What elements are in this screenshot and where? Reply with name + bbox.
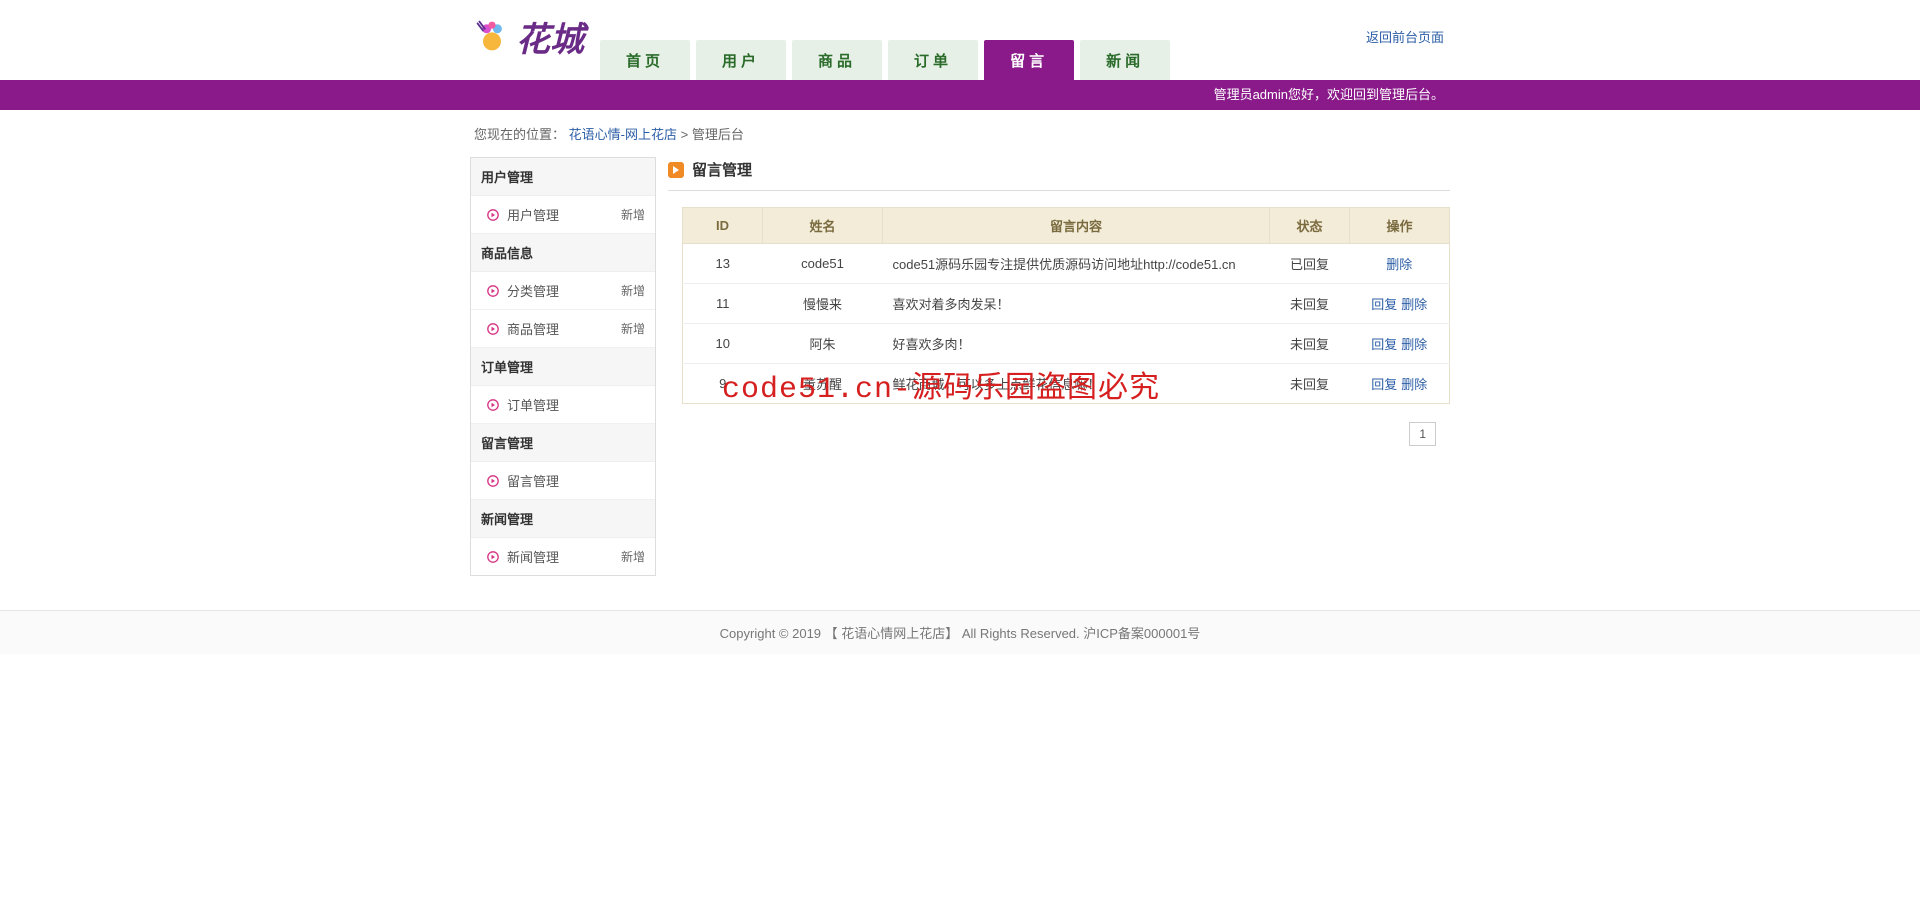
breadcrumb-sep: > <box>681 127 692 142</box>
pagination: 1 <box>668 422 1436 446</box>
cell-status: 已回复 <box>1270 244 1350 284</box>
cell-ops: 回复删除 <box>1350 324 1450 364</box>
th-id: ID <box>683 208 763 244</box>
sidebar-item: 商品管理 新增 <box>471 310 655 348</box>
nav-item[interactable]: 新闻 <box>1080 40 1170 80</box>
sidebar-add-link[interactable]: 新增 <box>621 206 645 223</box>
bullet-arrow-icon <box>487 323 499 335</box>
welcome-bar: 管理员admin您好，欢迎回到管理后台。 <box>0 80 1920 110</box>
bullet-arrow-icon <box>487 475 499 487</box>
cell-ops: 回复删除 <box>1350 284 1450 324</box>
nav-item[interactable]: 订单 <box>888 40 978 80</box>
site-logo: 花城 <box>470 12 584 61</box>
th-name: 姓名 <box>763 208 883 244</box>
cell-id: 13 <box>683 244 763 284</box>
welcome-text: 管理员admin您好，欢迎回到管理后台。 <box>470 80 1450 110</box>
table-row: 11慢慢来喜欢对着多肉发呆！未回复回复删除 <box>683 284 1450 324</box>
nav-item[interactable]: 用户 <box>696 40 786 80</box>
sidebar-item-link[interactable]: 商品管理 <box>507 319 559 338</box>
cell-content: 好喜欢多肉！ <box>883 324 1270 364</box>
bullet-arrow-icon <box>487 209 499 221</box>
table-row: 13code51code51源码乐园专注提供优质源码访问地址http://cod… <box>683 244 1450 284</box>
delete-link[interactable]: 删除 <box>1401 297 1427 312</box>
sidebar-item: 新闻管理 新增 <box>471 538 655 575</box>
main-panel: 留言管理 ID 姓名 留言内容 状态 操作 13code51code51源码乐园… <box>668 157 1450 446</box>
sidebar-item-link[interactable]: 留言管理 <box>507 471 559 490</box>
sidebar-item: 分类管理 新增 <box>471 272 655 310</box>
reply-link[interactable]: 回复 <box>1371 377 1397 392</box>
sidebar-item-link[interactable]: 订单管理 <box>507 395 559 414</box>
table-row: 10阿朱好喜欢多肉！未回复回复删除 <box>683 324 1450 364</box>
logo-text: 花城 <box>516 12 584 61</box>
cell-name: 慢慢来 <box>763 284 883 324</box>
cell-status: 未回复 <box>1270 284 1350 324</box>
sidebar-add-link[interactable]: 新增 <box>621 548 645 565</box>
reply-link[interactable]: 回复 <box>1371 297 1397 312</box>
sidebar-group-title: 商品信息 <box>471 234 655 272</box>
cell-id: 11 <box>683 284 763 324</box>
th-content: 留言内容 <box>883 208 1270 244</box>
sidebar-group-title: 新闻管理 <box>471 500 655 538</box>
bullet-arrow-icon <box>487 285 499 297</box>
cell-id: 9 <box>683 364 763 404</box>
nav-item[interactable]: 商品 <box>792 40 882 80</box>
cell-ops: 回复删除 <box>1350 364 1450 404</box>
table-row: 9董苏醒鲜花商城，可以多上点鲜花信息嘛！未回复回复删除 <box>683 364 1450 404</box>
messages-table: ID 姓名 留言内容 状态 操作 13code51code51源码乐园专注提供优… <box>682 207 1450 404</box>
breadcrumb: 您现在的位置： 花语心情-网上花店 > 管理后台 <box>470 110 1450 157</box>
panel-title: 留言管理 <box>692 159 752 180</box>
breadcrumb-current: 管理后台 <box>692 127 744 142</box>
sidebar-item: 用户管理 新增 <box>471 196 655 234</box>
sidebar-item: 订单管理 <box>471 386 655 424</box>
back-to-front-link[interactable]: 返回前台页面 <box>1366 27 1444 46</box>
th-ops: 操作 <box>1350 208 1450 244</box>
sidebar-add-link[interactable]: 新增 <box>621 320 645 337</box>
page-link[interactable]: 1 <box>1409 422 1436 446</box>
delete-link[interactable]: 删除 <box>1386 257 1412 272</box>
sidebar-group-title: 留言管理 <box>471 424 655 462</box>
bullet-arrow-icon <box>487 551 499 563</box>
nav-item[interactable]: 首页 <box>600 40 690 80</box>
main-nav: 首页用户商品订单留言新闻 <box>470 40 1450 80</box>
cell-content: 鲜花商城，可以多上点鲜花信息嘛！ <box>883 364 1270 404</box>
th-status: 状态 <box>1270 208 1350 244</box>
breadcrumb-prefix: 您现在的位置： <box>474 127 565 142</box>
cell-id: 10 <box>683 324 763 364</box>
sidebar-item-link[interactable]: 分类管理 <box>507 281 559 300</box>
bullet-arrow-icon <box>487 399 499 411</box>
sidebar-item-link[interactable]: 新闻管理 <box>507 547 559 566</box>
cell-name: code51 <box>763 244 883 284</box>
sidebar-item: 留言管理 <box>471 462 655 500</box>
sidebar-add-link[interactable]: 新增 <box>621 282 645 299</box>
cell-status: 未回复 <box>1270 324 1350 364</box>
cell-name: 董苏醒 <box>763 364 883 404</box>
cell-name: 阿朱 <box>763 324 883 364</box>
panel-heading: 留言管理 <box>668 157 1450 191</box>
breadcrumb-home-link[interactable]: 花语心情-网上花店 <box>569 127 677 142</box>
sidebar-item-link[interactable]: 用户管理 <box>507 205 559 224</box>
footer: Copyright © 2019 【 花语心情网上花店】 All Rights … <box>0 610 1920 654</box>
reply-link[interactable]: 回复 <box>1371 337 1397 352</box>
sidebar: 用户管理用户管理新增商品信息分类管理新增商品管理新增订单管理订单管理留言管理留言… <box>470 157 656 576</box>
sidebar-group-title: 订单管理 <box>471 348 655 386</box>
sidebar-group-title: 用户管理 <box>471 158 655 196</box>
cell-content: code51源码乐园专注提供优质源码访问地址http://code51.cn <box>883 244 1270 284</box>
panel-arrow-icon <box>668 162 684 178</box>
cell-content: 喜欢对着多肉发呆！ <box>883 284 1270 324</box>
logo-flower-icon <box>474 18 510 54</box>
cell-status: 未回复 <box>1270 364 1350 404</box>
delete-link[interactable]: 删除 <box>1401 377 1427 392</box>
cell-ops: 删除 <box>1350 244 1450 284</box>
nav-item[interactable]: 留言 <box>984 40 1074 80</box>
delete-link[interactable]: 删除 <box>1401 337 1427 352</box>
